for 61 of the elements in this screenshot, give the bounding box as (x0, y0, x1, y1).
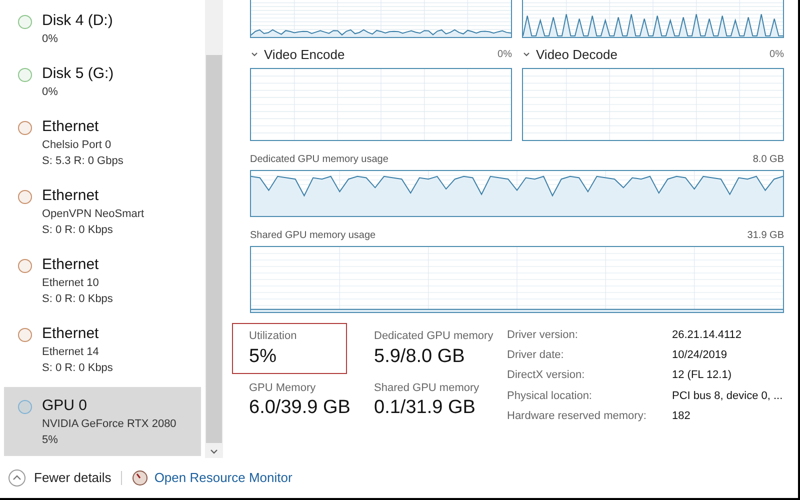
stat-label: Utilization (249, 329, 298, 344)
item-title: Ethernet (42, 255, 100, 275)
detail-label: Physical location: (507, 388, 593, 404)
item-detail: OpenVPN NeoSmart (42, 207, 144, 222)
detail-label: Driver version: (507, 328, 579, 343)
item-detail: Ethernet 10 (42, 276, 100, 291)
stat-label: GPU Memory (249, 380, 317, 396)
item-title: Ethernet (42, 117, 100, 137)
sidebar-item[interactable]: Disk 4 (D:) 0% (4, 5, 201, 58)
item-detail: 5% (42, 433, 59, 448)
item-detail: S: 5.3 R: 0 Gbps (42, 154, 124, 169)
stat-value: 0.1/31.9 GB (374, 396, 476, 420)
item-detail: S: 0 R: 0 Kbps (42, 223, 114, 238)
graph-label: Dedicated GPU memory usage (250, 153, 388, 167)
resource-monitor-link[interactable]: Open Resource Monitor (132, 468, 292, 488)
detail-value: 182 (672, 408, 692, 424)
detail-value: PCI bus 8, device 0, ... (672, 388, 783, 404)
stat-label: Dedicated GPU memory (374, 329, 494, 344)
detail-label: DirectX version: (507, 368, 586, 384)
item-detail: Ethernet 14 (42, 345, 100, 360)
stat-value: 6.0/39.9 GB (249, 396, 352, 420)
graph-max: 8.0 GB (752, 153, 784, 167)
engine-reading: 0% (498, 48, 512, 62)
detail-value: 10/24/2019 (672, 348, 728, 364)
scrollbar[interactable] (205, 0, 223, 458)
item-detail: Chelsio Port 0 (42, 138, 112, 153)
stat-label: Shared GPU memory (374, 380, 480, 396)
sidebar-item[interactable]: Disk 5 (G:) 0% (4, 58, 201, 111)
scroll-down-icon[interactable] (210, 449, 218, 454)
sidebar-item[interactable]: Ethernet Chelsio Port 0 S: 5.3 R: 0 Gbps (4, 111, 201, 180)
sidebar-item[interactable]: Ethernet OpenVPN NeoSmart S: 0 R: 0 Kbps (4, 180, 201, 249)
engine-label: Video Decode (536, 46, 618, 64)
detail-label: Driver date: (507, 348, 565, 364)
item-title: Disk 4 (D:) (42, 11, 113, 31)
item-detail: S: 0 R: 0 Kbps (42, 361, 113, 376)
item-title: GPU 0 (42, 396, 88, 416)
scrollbar-thumb[interactable] (206, 55, 222, 443)
sidebar-item[interactable]: GPU 0 NVIDIA GeForce RTX 2080 5% (4, 387, 201, 456)
engine-label: Video Encode (264, 46, 346, 64)
detail-label: Hardware reserved memory: (507, 408, 648, 424)
detail-value: 12 (FL 12.1) (672, 368, 733, 384)
sidebar-item[interactable]: Ethernet Ethernet 10 S: 0 R: 0 Kbps (4, 249, 201, 318)
item-title: Ethernet (42, 186, 100, 206)
item-detail: S: 0 R: 0 Kbps (42, 292, 113, 307)
item-detail: 0% (42, 32, 59, 47)
chevron-down-icon[interactable] (523, 52, 530, 57)
gauge-icon (132, 470, 148, 486)
chevron-down-icon[interactable] (251, 52, 258, 57)
fewer-details-button[interactable]: Fewer details (8, 468, 112, 488)
sidebar-item[interactable]: Ethernet Ethernet 14 S: 0 R: 0 Kbps (4, 318, 201, 387)
chevron-up-circle-icon (8, 469, 26, 487)
item-title: Ethernet (42, 324, 100, 344)
detail-value: 26.21.14.4112 (672, 328, 743, 343)
engine-reading: 0% (770, 48, 784, 62)
item-detail: NVIDIA GeForce RTX 2080 (42, 417, 176, 432)
item-title: Disk 5 (G:) (42, 64, 114, 84)
item-detail: 0% (42, 85, 59, 100)
graph-max: 31.9 GB (747, 229, 784, 243)
graph-label: Shared GPU memory usage (250, 229, 376, 243)
stat-value: 5% (249, 344, 278, 368)
stat-value: 5.9/8.0 GB (374, 344, 466, 368)
